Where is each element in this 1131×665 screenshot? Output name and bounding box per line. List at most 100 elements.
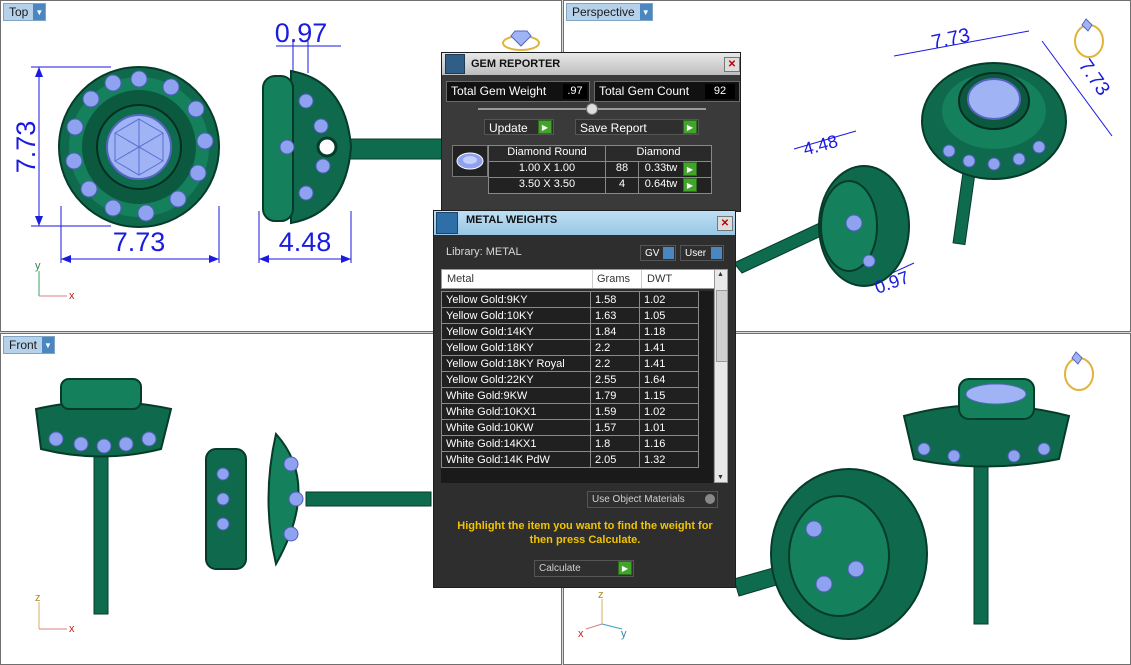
gem-count: 4 xyxy=(606,178,639,193)
close-icon[interactable]: ✕ xyxy=(717,216,733,231)
metal-cell-dwt: 1.41 xyxy=(639,339,699,356)
metal-weights-titlebar[interactable]: METAL WEIGHTS ✕ xyxy=(434,211,735,235)
z-axis-label: z xyxy=(35,592,41,604)
metal-row[interactable]: Yellow Gold:10KY 1.63 1.05 xyxy=(441,307,699,324)
y-axis-label: y xyxy=(35,260,41,272)
metal-cell-grams: 2.55 xyxy=(590,371,640,388)
gv-label: GV xyxy=(645,248,660,259)
tab-front-view[interactable]: Front ▼ xyxy=(3,336,56,354)
metal-cell-grams: 1.79 xyxy=(590,387,640,404)
metal-table-body: Yellow Gold:9KY 1.58 1.02 Yellow Gold:10KY 1… xyxy=(441,291,699,468)
ring-icon xyxy=(1064,351,1094,391)
update-button[interactable]: Update ▶ xyxy=(484,119,554,135)
metal-row[interactable]: White Gold:9KW 1.79 1.15 xyxy=(441,387,699,404)
dim-side-width: 4.48 xyxy=(279,227,332,257)
viewport-label: Top xyxy=(9,5,29,19)
gem-size: 3.50 X 3.50 xyxy=(489,178,606,193)
close-icon[interactable]: ✕ xyxy=(724,57,740,72)
total-gem-count-label: Total Gem Count xyxy=(599,84,690,98)
gem-row[interactable]: 1.00 X 1.00 88 0.33tw ▶ xyxy=(488,162,712,178)
metal-cell-grams: 1.58 xyxy=(590,291,640,308)
metal-row[interactable]: Yellow Gold:9KY 1.58 1.02 xyxy=(441,291,699,308)
gem-report-icon xyxy=(445,54,465,74)
metal-cell-grams: 1.8 xyxy=(590,435,640,452)
total-gem-weight-value: .97 xyxy=(563,84,587,99)
y-axis-label: y xyxy=(621,628,627,640)
metal-cell-grams: 1.63 xyxy=(590,307,640,324)
toggle-icon xyxy=(663,247,674,259)
scroll-down-icon[interactable]: ▼ xyxy=(717,474,724,481)
metal-row[interactable]: Yellow Gold:14KY 1.84 1.18 xyxy=(441,323,699,340)
save-report-button-label: Save Report xyxy=(580,121,647,135)
metal-table-scrollbar[interactable]: ▲ ▼ xyxy=(714,269,728,483)
gem-reporter-titlebar[interactable]: GEM REPORTER ✕ xyxy=(442,53,740,75)
total-gem-count-box: Total Gem Count 92 xyxy=(594,81,740,102)
calculate-button[interactable]: Calculate ▶ xyxy=(534,560,634,577)
metal-row[interactable]: White Gold:14KX1 1.8 1.16 xyxy=(441,435,699,452)
dim-top-width: 7.73 xyxy=(113,227,166,257)
scroll-up-icon[interactable]: ▲ xyxy=(717,271,724,278)
tab-top-view[interactable]: Top ▼ xyxy=(3,3,47,21)
instruction-text: Highlight the item you want to find the … xyxy=(457,520,713,546)
gem-table-header: Diamond Round Diamond xyxy=(488,145,712,162)
metal-row[interactable]: Yellow Gold:18KY 2.2 1.41 xyxy=(441,339,699,356)
dim-persp-b: 7.73 xyxy=(1074,55,1114,100)
gem-shape-header: Diamond Round xyxy=(489,146,606,161)
metal-cell-grams: 2.2 xyxy=(590,339,640,356)
scale-icon xyxy=(436,212,458,234)
row-play-icon[interactable]: ▶ xyxy=(683,178,697,192)
chevron-down-icon[interactable]: ▼ xyxy=(33,4,46,20)
metal-cell-metal: White Gold:14KX1 xyxy=(441,435,591,452)
chevron-down-icon[interactable]: ▼ xyxy=(42,337,55,353)
scroll-thumb[interactable] xyxy=(716,290,728,362)
x-axis-label: x xyxy=(69,623,75,635)
metal-weights-panel: METAL WEIGHTS ✕ Library: METAL GV User M… xyxy=(433,210,736,588)
viewport-label: Perspective xyxy=(572,5,635,19)
play-icon: ▶ xyxy=(618,561,632,575)
metal-cell-dwt: 1.05 xyxy=(639,307,699,324)
slider-handle-icon[interactable] xyxy=(586,103,598,115)
play-icon: ▶ xyxy=(538,120,552,134)
calculate-button-label: Calculate xyxy=(539,563,581,574)
panel-resize-slider[interactable] xyxy=(478,103,706,115)
gem-table: Diamond Round Diamond 1.00 X 1.00 88 0.3… xyxy=(488,145,712,194)
use-object-materials-label: Use Object Materials xyxy=(592,494,685,505)
tab-perspective-view[interactable]: Perspective ▼ xyxy=(566,3,653,21)
chevron-down-icon[interactable]: ▼ xyxy=(639,4,652,20)
gem-weight: 0.64tw xyxy=(644,178,678,190)
metal-row[interactable]: White Gold:10KX1 1.59 1.02 xyxy=(441,403,699,420)
col-header-dwt[interactable]: DWT xyxy=(647,273,673,285)
gv-toggle[interactable]: GV xyxy=(640,245,676,261)
gem-count: 88 xyxy=(606,162,639,177)
row-play-icon[interactable]: ▶ xyxy=(683,162,697,176)
metal-cell-dwt: 1.18 xyxy=(639,323,699,340)
use-object-materials-toggle[interactable]: Use Object Materials xyxy=(587,491,718,508)
total-gem-weight-label: Total Gem Weight xyxy=(451,84,547,98)
ring-icon xyxy=(1074,18,1104,58)
viewport-label: Front xyxy=(9,338,38,352)
right-axis-indicator xyxy=(585,599,623,630)
metal-row[interactable]: White Gold:14K PdW 2.05 1.32 xyxy=(441,451,699,468)
gem-row[interactable]: 3.50 X 3.50 4 0.64tw ▶ xyxy=(488,178,712,194)
gem-size: 1.00 X 1.00 xyxy=(489,162,606,177)
metal-row[interactable]: Yellow Gold:22KY 2.55 1.64 xyxy=(441,371,699,388)
col-header-metal[interactable]: Metal xyxy=(447,273,474,285)
save-report-button[interactable]: Save Report ▶ xyxy=(575,119,699,135)
diamond-icon xyxy=(456,152,484,170)
earring-top-view xyxy=(58,66,220,228)
dim-persp-c: 4.48 xyxy=(801,131,840,159)
user-toggle[interactable]: User xyxy=(680,245,724,261)
dim-persp-a: 7.73 xyxy=(929,24,972,54)
metal-table-header: Metal Grams DWT xyxy=(441,269,728,289)
metal-cell-dwt: 1.16 xyxy=(639,435,699,452)
metal-cell-dwt: 1.64 xyxy=(639,371,699,388)
col-divider xyxy=(641,270,642,288)
metal-row[interactable]: Yellow Gold:18KY Royal 2.2 1.41 xyxy=(441,355,699,372)
metal-cell-grams: 1.57 xyxy=(590,419,640,436)
metal-cell-grams: 2.2 xyxy=(590,355,640,372)
col-header-grams[interactable]: Grams xyxy=(597,273,630,285)
metal-cell-metal: White Gold:10KW xyxy=(441,419,591,436)
metal-row[interactable]: White Gold:10KW 1.57 1.01 xyxy=(441,419,699,436)
metal-cell-grams: 2.05 xyxy=(590,451,640,468)
metal-cell-metal: Yellow Gold:18KY xyxy=(441,339,591,356)
